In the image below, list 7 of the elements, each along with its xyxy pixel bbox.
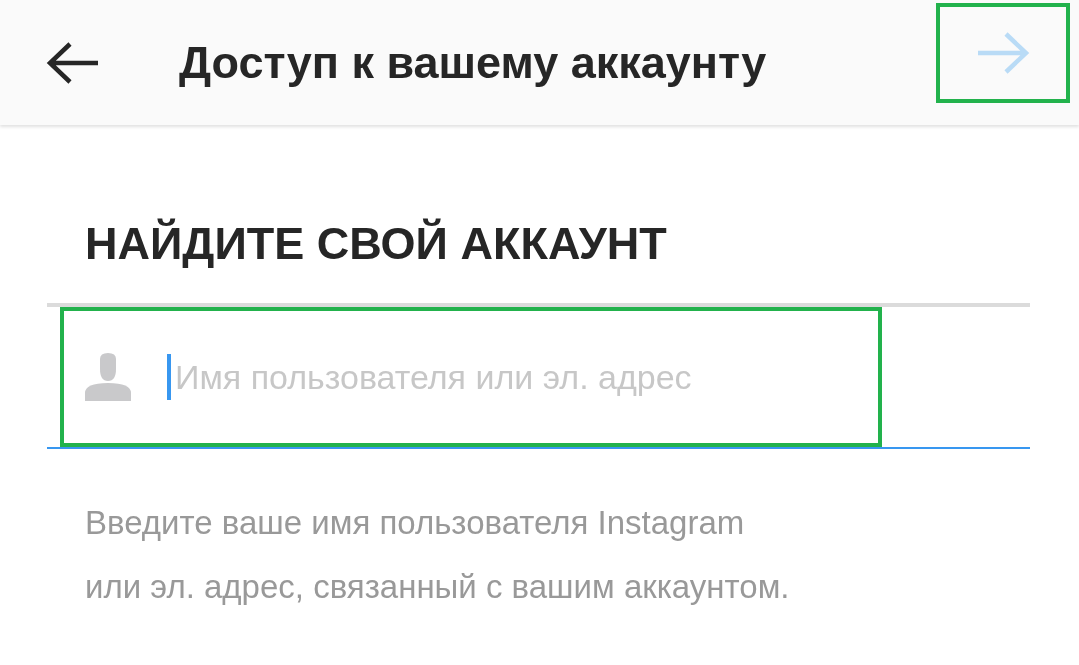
person-icon xyxy=(85,353,131,401)
username-field[interactable]: Имя пользователя или эл. адрес xyxy=(167,354,815,400)
screen-title: Доступ к вашему аккаунту xyxy=(179,36,768,89)
forward-arrow-icon xyxy=(976,30,1030,75)
section-heading: НАЙДИТЕ СВОЙ АККАУНТ xyxy=(85,217,668,271)
help-text: Введите ваше имя пользователя Instagram или эл. адрес, связанный с вашим аккаунтом. xyxy=(85,503,791,607)
back-arrow-icon xyxy=(46,40,100,85)
